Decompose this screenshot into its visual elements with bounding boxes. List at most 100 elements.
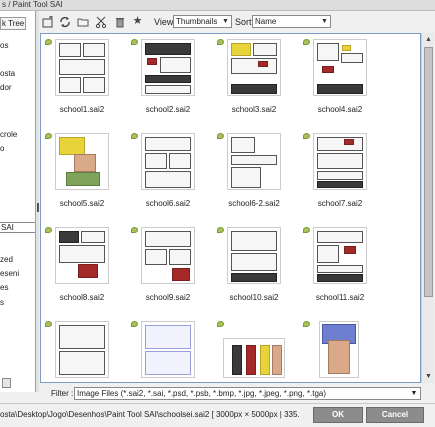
file-name: school6-2.sai2 <box>228 199 280 208</box>
file-item[interactable]: school9.sai2 <box>127 222 209 313</box>
file-thumbnail <box>141 227 195 284</box>
tree-item[interactable]: s <box>0 298 4 307</box>
view-select[interactable]: Thumbnails ▼ <box>173 15 232 28</box>
file-thumbnail <box>141 321 195 378</box>
thumbnail-grid[interactable]: school1.sai2 school2.sai2 school3.sai2 s… <box>40 33 421 383</box>
file-name: school3.sai2 <box>231 105 277 114</box>
file-item[interactable]: school3.sai2 <box>213 34 295 125</box>
file-badge-icon <box>131 321 138 327</box>
file-badge-icon <box>217 227 224 233</box>
file-item[interactable]: school2.sai2 <box>127 34 209 125</box>
chevron-down-icon: ▼ <box>410 390 418 397</box>
file-item[interactable]: school7.sai2 <box>299 128 381 219</box>
file-name: school1.sai2 <box>59 105 105 114</box>
open-folder-icon[interactable] <box>76 15 89 28</box>
file-path-text: osta\Desktop\Jogo\Desenhos\Paint Tool SA… <box>0 410 300 419</box>
tree-item[interactable]: crole <box>0 130 17 139</box>
file-name: school6.sai2 <box>145 199 191 208</box>
file-thumbnail <box>55 227 109 284</box>
star-icon[interactable]: ★ <box>131 15 144 28</box>
file-badge-icon <box>217 133 224 139</box>
file-badge-icon <box>45 321 52 327</box>
file-name: school8.sai2 <box>59 293 105 302</box>
filter-select-value: Image Files (*.sai2, *.sai, *.psd, *.psb… <box>77 389 327 398</box>
file-badge-icon <box>303 227 310 233</box>
file-thumbnail <box>55 39 109 96</box>
file-thumbnail <box>141 39 195 96</box>
folder-tree-tab[interactable]: k Tree <box>0 17 26 30</box>
refresh-icon[interactable] <box>58 15 71 28</box>
tree-item[interactable]: zed <box>0 255 13 264</box>
cut-icon[interactable] <box>94 15 107 28</box>
view-label: View <box>154 17 174 27</box>
file-name: school7.sai2 <box>317 199 363 208</box>
tree-item-selected[interactable]: SAI <box>0 222 35 233</box>
file-open-dialog: s / Paint Tool SAI k Tree os osta dor cr… <box>0 0 435 427</box>
file-item[interactable] <box>127 316 209 382</box>
file-item[interactable] <box>41 316 123 382</box>
pane-splitter[interactable] <box>36 11 39 392</box>
tree-item[interactable]: dor <box>0 83 12 92</box>
ok-button[interactable]: OK <box>313 407 363 423</box>
file-item[interactable] <box>299 316 381 382</box>
file-thumbnail <box>313 39 367 96</box>
status-bar: osta\Desktop\Jogo\Desenhos\Paint Tool SA… <box>0 403 435 427</box>
splitter-grip[interactable] <box>37 203 39 212</box>
file-name: school11.sai2 <box>315 293 365 302</box>
file-name: school2.sai2 <box>145 105 191 114</box>
file-item[interactable]: school4.sai2 <box>299 34 381 125</box>
tree-scroll-button[interactable] <box>2 378 11 388</box>
chevron-down-icon: ▼ <box>321 18 328 25</box>
file-thumbnail <box>313 133 367 190</box>
filter-select[interactable]: Image Files (*.sai2, *.sai, *.psd, *.psb… <box>74 387 421 400</box>
tree-item[interactable]: o <box>0 144 4 153</box>
scroll-down-icon[interactable]: ▼ <box>423 371 434 382</box>
file-badge-icon <box>217 39 224 45</box>
file-item[interactable] <box>213 316 295 382</box>
file-thumbnail <box>223 338 285 378</box>
file-name: school10.sai2 <box>229 293 279 302</box>
file-thumbnail <box>141 133 195 190</box>
file-badge-icon <box>131 133 138 139</box>
file-item[interactable]: school6-2.sai2 <box>213 128 295 219</box>
file-badge-icon <box>303 133 310 139</box>
sort-select-value: Name <box>255 17 277 26</box>
tree-item[interactable]: os <box>0 41 8 50</box>
file-badge-icon <box>131 227 138 233</box>
file-badge-icon <box>217 321 224 327</box>
file-item[interactable]: school5.sai2 <box>41 128 123 219</box>
new-folder-icon[interactable] <box>41 15 54 28</box>
scrollbar-thumb[interactable] <box>424 47 433 297</box>
file-thumbnail <box>55 133 109 190</box>
file-name: school5.sai2 <box>59 199 105 208</box>
file-thumbnail <box>313 227 367 284</box>
file-badge-icon <box>45 133 52 139</box>
scroll-up-icon[interactable]: ▲ <box>423 34 434 45</box>
file-thumbnail <box>227 133 281 190</box>
file-item[interactable]: school10.sai2 <box>213 222 295 313</box>
tree-item[interactable]: osta <box>0 69 15 78</box>
vertical-scrollbar[interactable]: ▲ ▼ <box>421 33 434 383</box>
folder-tree-pane[interactable]: k Tree os osta dor crole o SAI zed eseni… <box>0 11 36 392</box>
file-item[interactable]: school1.sai2 <box>41 34 123 125</box>
file-thumbnail <box>55 321 109 378</box>
file-badge-icon <box>45 227 52 233</box>
tree-item[interactable]: es <box>0 283 8 292</box>
file-item[interactable]: school8.sai2 <box>41 222 123 313</box>
cancel-button[interactable]: Cancel <box>366 407 424 423</box>
file-thumbnail <box>227 227 281 284</box>
file-badge-icon <box>303 321 310 327</box>
tree-item[interactable]: eseni <box>0 269 19 278</box>
sort-select[interactable]: Name ▼ <box>252 15 331 28</box>
filter-bar: Filter : Image Files (*.sai2, *.sai, *.p… <box>39 386 435 402</box>
file-item[interactable]: school6.sai2 <box>127 128 209 219</box>
filter-label: Filter : <box>51 389 74 398</box>
view-select-value: Thumbnails <box>176 17 218 26</box>
file-thumbnail <box>319 321 359 378</box>
file-badge-icon <box>45 39 52 45</box>
file-name: school4.sai2 <box>317 105 363 114</box>
file-item[interactable]: school11.sai2 <box>299 222 381 313</box>
file-badge-icon <box>303 39 310 45</box>
file-badge-icon <box>131 39 138 45</box>
trash-icon[interactable] <box>113 15 126 28</box>
